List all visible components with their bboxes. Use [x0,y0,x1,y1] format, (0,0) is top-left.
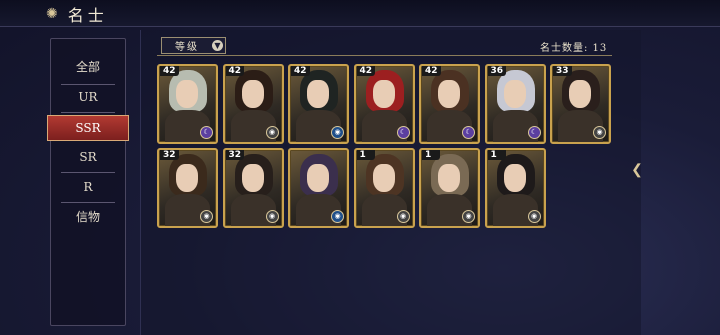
divider [61,172,115,173]
character-card[interactable]: 42 ☾ [419,64,480,144]
character-card[interactable]: 36 ☾ [484,64,546,144]
character-card[interactable]: 32 ◉ [157,148,218,228]
portrait-face [372,80,395,108]
portrait-face [307,164,329,192]
level-badge: 33 [553,66,572,76]
portrait-face [372,164,395,192]
portrait-face [176,164,198,192]
eye-icon: ◉ [331,126,344,139]
moon-icon: ☾ [396,126,410,139]
portrait-face [438,80,460,108]
portrait-face [569,80,591,108]
character-card[interactable]: 42 ◉ [222,64,284,144]
chevron-down-icon: ▼ [212,40,223,51]
portrait-face [438,164,460,192]
eye-icon: ◉ [331,210,344,223]
top-bar: ✺ 名士 [0,0,720,27]
portrait-face [241,164,264,192]
sidebar-item-all[interactable]: 全部 [51,55,125,79]
divider [61,112,115,113]
portrait-face [503,164,526,192]
eye-icon: ◉ [527,210,541,223]
character-card[interactable]: 42 ☾ [157,64,218,144]
character-card[interactable]: 1 ◉ [484,148,546,228]
title-area: ✺ 名士 [46,2,108,26]
portrait-face [176,80,198,108]
level-badge: 36 [487,66,507,76]
character-card[interactable]: 1 ◉ [353,148,415,228]
level-badge: 32 [225,150,245,160]
eye-icon: ◉ [265,126,279,139]
character-card[interactable]: ◉ [288,148,349,228]
level-sort-dropdown[interactable]: 等级 ▼ [161,37,226,54]
header-divider [157,55,612,56]
dropdown-label: 等级 [175,42,199,53]
sidebar-item-sr[interactable]: SR [51,145,125,169]
sidebar-item-token[interactable]: 信物 [51,205,125,229]
moon-icon: ☾ [200,126,213,139]
character-card[interactable]: 1 ◉ [419,148,480,228]
swirl-icon: ✺ [46,6,58,22]
eye-icon: ◉ [396,210,410,223]
character-count: 名士数量: 13 [540,43,608,54]
sidebar-item-ssr[interactable]: SSR [47,115,129,141]
page-title: 名士 [67,6,108,25]
level-badge: 1 [356,150,375,160]
level-badge: 42 [356,66,376,76]
eye-icon: ◉ [200,210,213,223]
eye-icon: ◉ [265,210,279,223]
portrait-face [307,80,329,108]
character-card[interactable]: 42 ◉ [288,64,349,144]
eye-icon: ◉ [462,210,475,223]
moon-icon: ☾ [462,126,475,139]
rarity-sidebar: 全部 UR SSR SR R 信物 [47,38,129,326]
moon-icon: ☾ [527,126,541,139]
level-badge: 42 [160,66,179,76]
level-badge: 42 [225,66,245,76]
character-card[interactable]: 32 ◉ [222,148,284,228]
expand-arrow-icon[interactable]: ❮ [630,150,644,190]
sidebar-item-r[interactable]: R [51,175,125,199]
sidebar-item-ur[interactable]: UR [51,85,125,109]
level-badge: 1 [487,150,506,160]
character-card[interactable]: 42 ☾ [353,64,415,144]
portrait-face [503,80,526,108]
level-badge: 42 [291,66,310,76]
portrait-face [241,80,264,108]
divider [61,202,115,203]
level-badge: 32 [160,150,179,160]
character-card[interactable]: 33 ◉ [550,64,611,144]
eye-icon: ◉ [593,126,606,139]
level-badge: 1 [422,150,440,160]
level-badge: 42 [422,66,441,76]
